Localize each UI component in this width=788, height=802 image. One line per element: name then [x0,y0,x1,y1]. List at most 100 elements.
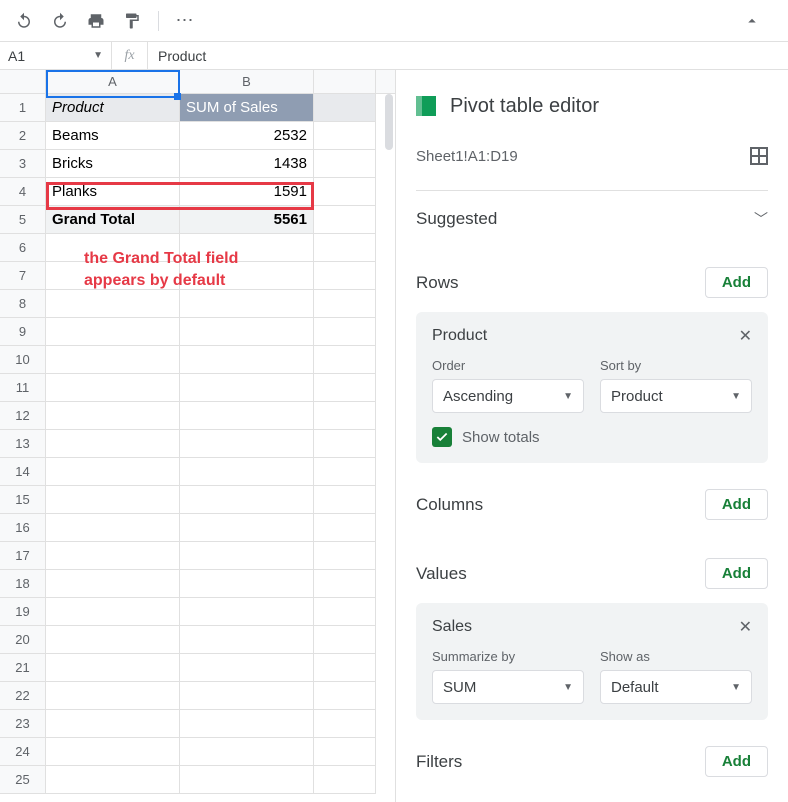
row-header[interactable]: 10 [0,346,46,374]
column-header-b[interactable]: B [180,70,314,93]
row-header[interactable]: 9 [0,318,46,346]
cell[interactable]: Product [46,94,180,122]
cell[interactable] [180,290,314,318]
cell[interactable] [180,430,314,458]
row-header[interactable]: 23 [0,710,46,738]
row-header[interactable]: 4 [0,178,46,206]
suggested-section[interactable]: Suggested ﹀ [416,209,768,229]
cell[interactable] [46,458,180,486]
row-header[interactable]: 20 [0,626,46,654]
cell[interactable] [314,94,376,122]
row-header[interactable]: 6 [0,234,46,262]
cell[interactable] [46,318,180,346]
cell[interactable] [314,682,376,710]
formula-input[interactable]: Product [148,48,788,64]
cell[interactable] [314,654,376,682]
cell[interactable] [314,374,376,402]
cell[interactable] [180,598,314,626]
cell[interactable] [180,402,314,430]
row-header[interactable]: 3 [0,150,46,178]
select-range-icon[interactable] [750,147,768,165]
cell[interactable] [314,766,376,794]
column-header-a[interactable]: A [46,70,180,93]
add-values-button[interactable]: Add [705,558,768,589]
cell[interactable] [314,150,376,178]
cell[interactable]: Bricks [46,150,180,178]
undo-button[interactable] [8,5,40,37]
cell[interactable] [46,514,180,542]
print-button[interactable] [80,5,112,37]
cell[interactable] [180,738,314,766]
cell[interactable] [46,402,180,430]
cell[interactable]: Grand Total [46,206,180,234]
cell[interactable] [314,430,376,458]
cell[interactable] [46,570,180,598]
cell[interactable] [314,234,376,262]
row-header[interactable]: 11 [0,374,46,402]
showas-select[interactable]: Default ▼ [600,670,752,704]
cell[interactable]: 1591 [180,178,314,206]
close-icon[interactable]: ✕ [739,326,752,346]
row-header[interactable]: 15 [0,486,46,514]
row-header[interactable]: 21 [0,654,46,682]
row-header[interactable]: 16 [0,514,46,542]
cell[interactable] [314,514,376,542]
row-header[interactable]: 1 [0,94,46,122]
cell[interactable] [314,710,376,738]
cell[interactable] [180,570,314,598]
cell[interactable] [314,626,376,654]
cell[interactable] [180,374,314,402]
cell[interactable] [314,402,376,430]
paint-format-button[interactable] [116,5,148,37]
cell[interactable]: Planks [46,178,180,206]
cell[interactable] [180,318,314,346]
cell[interactable]: Beams [46,122,180,150]
row-header[interactable]: 19 [0,598,46,626]
cell[interactable] [314,598,376,626]
row-header[interactable]: 8 [0,290,46,318]
row-header[interactable]: 7 [0,262,46,290]
cell[interactable] [180,542,314,570]
cell[interactable] [180,766,314,794]
order-select[interactable]: Ascending ▼ [432,379,584,413]
cell[interactable] [314,178,376,206]
cell[interactable] [46,738,180,766]
cell[interactable] [180,682,314,710]
cell[interactable] [46,682,180,710]
column-header-c[interactable] [314,70,376,93]
cell[interactable] [46,542,180,570]
cell[interactable] [314,318,376,346]
cell[interactable] [46,626,180,654]
cell[interactable] [180,654,314,682]
cell[interactable] [46,598,180,626]
cell[interactable] [314,542,376,570]
spreadsheet-grid[interactable]: A B 1ProductSUM of Sales2Beams25323Brick… [0,70,396,802]
row-header[interactable]: 14 [0,458,46,486]
cell[interactable] [314,486,376,514]
row-header[interactable]: 2 [0,122,46,150]
cell[interactable] [314,570,376,598]
cell[interactable] [46,346,180,374]
row-header[interactable]: 24 [0,738,46,766]
show-totals-checkbox[interactable] [432,427,452,447]
cell[interactable]: 2532 [180,122,314,150]
add-filters-button[interactable]: Add [705,746,768,777]
cell[interactable] [46,290,180,318]
data-range-text[interactable]: Sheet1!A1:D19 [416,148,518,165]
cell[interactable] [180,710,314,738]
cell[interactable] [46,766,180,794]
sortby-select[interactable]: Product ▼ [600,379,752,413]
name-box[interactable]: A1 ▼ [0,42,112,69]
add-columns-button[interactable]: Add [705,489,768,520]
cell[interactable]: 1438 [180,150,314,178]
cell[interactable] [314,262,376,290]
cell[interactable] [46,486,180,514]
vertical-scrollbar[interactable] [385,94,393,150]
collapse-toolbar-button[interactable] [736,5,768,37]
cell[interactable] [46,430,180,458]
row-header[interactable]: 12 [0,402,46,430]
row-header[interactable]: 5 [0,206,46,234]
cell[interactable] [314,458,376,486]
cell[interactable] [46,654,180,682]
close-icon[interactable]: ✕ [739,617,752,637]
